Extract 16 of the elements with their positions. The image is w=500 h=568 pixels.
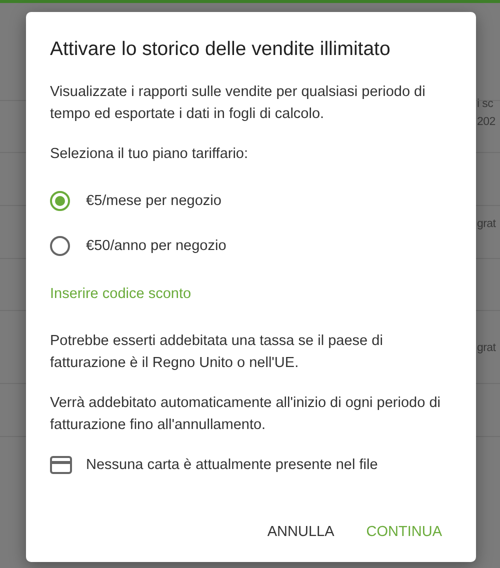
plan-option[interactable]: €50/anno per negozio (50, 236, 452, 256)
note-text: Potrebbe esserti addebitata una tassa se il paese di fatturazione è il Regno Unito o nell'UE. (50, 332, 384, 373)
radio-button[interactable] (50, 236, 70, 256)
note-text: Verrà addebitato automaticamente all'inizio di ogni periodo di fatturazione fino all'annullamento. (50, 394, 442, 435)
plan-prompt: Seleziona il tuo piano tariffario: (50, 145, 250, 164)
background-text: grat (477, 218, 496, 230)
card-status-text: Nessuna carta è attualmente presente nel file (86, 457, 378, 473)
plan-option[interactable]: €5/mese per negozio (50, 191, 452, 211)
description-text: Visualizzate i rapporti sulle vendite per qualsiasi periodo di tempo ed esportate i dati in fogli di calcolo. (50, 83, 426, 124)
radio-button[interactable] (50, 191, 70, 211)
dialog-title: Attivare lo storico delle vendite illimitato (50, 38, 392, 61)
cancel-button[interactable]: ANNULLA (257, 516, 344, 548)
background-text: i sc (477, 98, 494, 110)
background-text: 202 (477, 116, 496, 128)
background-text: grat (477, 342, 496, 354)
credit-card-icon (50, 456, 72, 474)
